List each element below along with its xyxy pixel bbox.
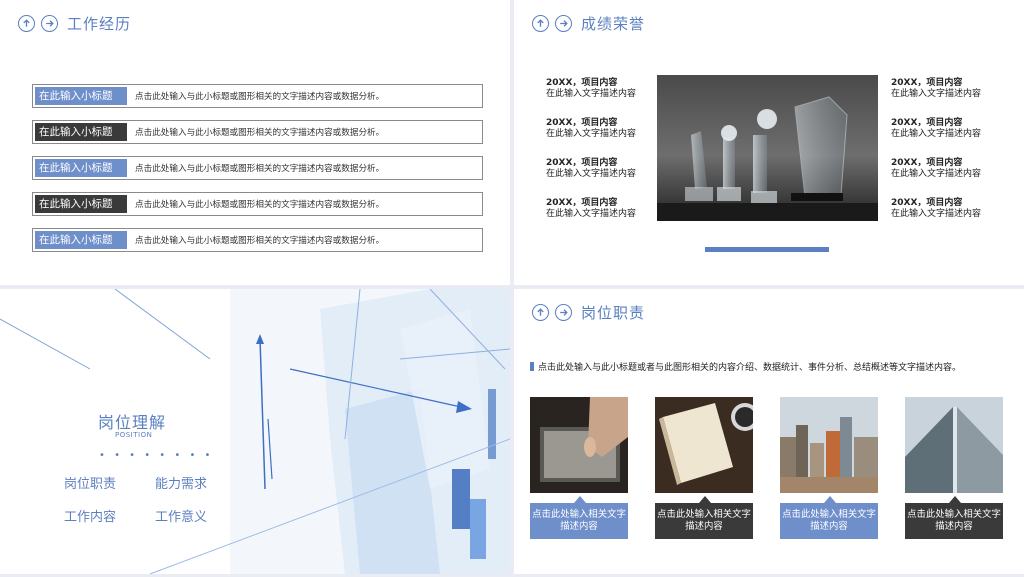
honor-item[interactable]: 20XX，项目内容 在此输入文字描述内容 xyxy=(546,198,636,220)
tech-background-art xyxy=(0,289,510,574)
row-description: 点击此处输入与此小标题或图形相关的文字描述内容或数据分析。 xyxy=(135,128,385,138)
duties-header: 岗位职责 xyxy=(532,300,645,324)
row-subtitle-tag: 在此输入小标题 xyxy=(35,159,127,177)
honor-item[interactable]: 20XX，项目内容 在此输入文字描述内容 xyxy=(546,78,636,100)
work-header: 工作经历 xyxy=(18,11,131,35)
row-description: 点击此处输入与此小标题或图形相关的文字描述内容或数据分析。 xyxy=(135,200,385,210)
accent-bar xyxy=(705,247,829,252)
honor-heading: 20XX，项目内容 xyxy=(546,78,618,88)
honors-header: 成绩荣誉 xyxy=(532,11,645,35)
page-title: 岗位职责 xyxy=(581,303,646,322)
duty-card[interactable]: 点击此处输入相关文字描述内容 xyxy=(905,397,1003,539)
honor-desc: 在此输入文字描述内容 xyxy=(546,89,637,99)
work-row[interactable]: 在此输入小标题 点击此处输入与此小标题或图形相关的文字描述内容或数据分析。 xyxy=(32,120,483,144)
honor-heading: 20XX，项目内容 xyxy=(891,198,963,208)
row-subtitle-tag: 在此输入小标题 xyxy=(35,195,127,213)
duty-card[interactable]: 点击此处输入相关文字描述内容 xyxy=(780,397,878,539)
arrow-up-icon[interactable] xyxy=(532,303,549,321)
honor-item[interactable]: 20XX，项目内容 在此输入文字描述内容 xyxy=(891,78,981,100)
city-skyline-photo xyxy=(780,397,878,493)
work-row[interactable]: 在此输入小标题 点击此处输入与此小标题或图形相关的文字描述内容或数据分析。 xyxy=(32,156,483,180)
arrow-right-icon[interactable] xyxy=(555,14,572,32)
honor-heading: 20XX，项目内容 xyxy=(891,158,963,168)
work-row[interactable]: 在此输入小标题 点击此处输入与此小标题或图形相关的文字描述内容或数据分析。 xyxy=(32,84,483,108)
honor-item[interactable]: 20XX，项目内容 在此输入文字描述内容 xyxy=(891,158,981,180)
card-caption: 点击此处输入相关文字描述内容 xyxy=(780,496,878,539)
row-description: 点击此处输入与此小标题或图形相关的文字描述内容或数据分析。 xyxy=(135,164,385,174)
work-experience-slide[interactable]: 工作经历 在此输入小标题 点击此处输入与此小标题或图形相关的文字描述内容或数据分… xyxy=(0,0,510,285)
duty-card[interactable]: 点击此处输入相关文字描述内容 xyxy=(655,397,753,539)
work-row[interactable]: 在此输入小标题 点击此处输入与此小标题或图形相关的文字描述内容或数据分析。 xyxy=(32,192,483,216)
honor-desc: 在此输入文字描述内容 xyxy=(546,129,637,139)
arrow-up-icon[interactable] xyxy=(532,14,549,32)
position-slide[interactable]: 岗位理解 POSITION • • • • • • • • 岗位职责 能力需求 … xyxy=(0,289,510,574)
menu-item-work-content[interactable]: 工作内容 xyxy=(64,506,116,525)
duties-intro-text: 点击此处输入与此小标题或者与此图形相关的内容介绍、数据统计、事件分析、总结概述等… xyxy=(538,363,962,373)
honor-heading: 20XX，项目内容 xyxy=(546,158,618,168)
honor-desc: 在此输入文字描述内容 xyxy=(891,89,982,99)
section-subtitle: POSITION xyxy=(115,431,153,439)
work-row[interactable]: 在此输入小标题 点击此处输入与此小标题或图形相关的文字描述内容或数据分析。 xyxy=(32,228,483,252)
arrow-right-icon[interactable] xyxy=(41,14,58,32)
row-subtitle-tag: 在此输入小标题 xyxy=(35,87,127,105)
honors-slide[interactable]: 成绩荣誉 20XX，项目内容 在此输入文字描述内容 20XX，项目内容 在此输入文字… xyxy=(514,0,1024,285)
honor-desc: 在此输入文字描述内容 xyxy=(891,129,982,139)
row-subtitle-tag: 在此输入小标题 xyxy=(35,123,127,141)
duties-slide[interactable]: 岗位职责 点击此处输入与此小标题或者与此图形相关的内容介绍、数据统计、事件分析、… xyxy=(514,289,1024,574)
arrow-right-icon[interactable] xyxy=(555,303,572,321)
honor-item[interactable]: 20XX，项目内容 在此输入文字描述内容 xyxy=(546,158,636,180)
menu-item-ability[interactable]: 能力需求 xyxy=(155,473,207,492)
card-caption: 点击此处输入相关文字描述内容 xyxy=(530,496,628,539)
honor-heading: 20XX，项目内容 xyxy=(891,78,963,88)
duties-intro: 点击此处输入与此小标题或者与此图形相关的内容介绍、数据统计、事件分析、总结概述等… xyxy=(530,360,961,373)
menu-item-work-meaning[interactable]: 工作意义 xyxy=(155,506,207,525)
duty-card[interactable]: 点击此处输入相关文字描述内容 xyxy=(530,397,628,539)
notebook-photo xyxy=(655,397,753,493)
bullet-marker xyxy=(530,362,534,371)
card-caption: 点击此处输入相关文字描述内容 xyxy=(905,496,1003,539)
page-title: 工作经历 xyxy=(67,14,132,33)
honor-heading: 20XX，项目内容 xyxy=(891,118,963,128)
trophy-photo xyxy=(657,75,878,221)
row-description: 点击此处输入与此小标题或图形相关的文字描述内容或数据分析。 xyxy=(135,92,385,102)
menu-item-duties[interactable]: 岗位职责 xyxy=(64,473,116,492)
page-title: 成绩荣誉 xyxy=(581,14,646,33)
card-caption: 点击此处输入相关文字描述内容 xyxy=(655,496,753,539)
honor-desc: 在此输入文字描述内容 xyxy=(891,169,982,179)
tablet-touch-photo xyxy=(530,397,628,493)
section-title: 岗位理解 xyxy=(98,413,167,432)
row-subtitle-tag: 在此输入小标题 xyxy=(35,231,127,249)
honor-item[interactable]: 20XX，项目内容 在此输入文字描述内容 xyxy=(546,118,636,140)
honor-desc: 在此输入文字描述内容 xyxy=(546,209,637,219)
honor-heading: 20XX，项目内容 xyxy=(546,198,618,208)
row-description: 点击此处输入与此小标题或图形相关的文字描述内容或数据分析。 xyxy=(135,236,385,246)
skyscraper-photo xyxy=(905,397,1003,493)
honor-desc: 在此输入文字描述内容 xyxy=(546,169,637,179)
arrow-up-icon[interactable] xyxy=(18,14,35,32)
honor-item[interactable]: 20XX，项目内容 在此输入文字描述内容 xyxy=(891,118,981,140)
dot-divider: • • • • • • • • xyxy=(99,450,214,461)
honor-heading: 20XX，项目内容 xyxy=(546,118,618,128)
slide-grid: 工作经历 在此输入小标题 点击此处输入与此小标题或图形相关的文字描述内容或数据分… xyxy=(0,0,1024,577)
honor-item[interactable]: 20XX，项目内容 在此输入文字描述内容 xyxy=(891,198,981,220)
honor-desc: 在此输入文字描述内容 xyxy=(891,209,982,219)
